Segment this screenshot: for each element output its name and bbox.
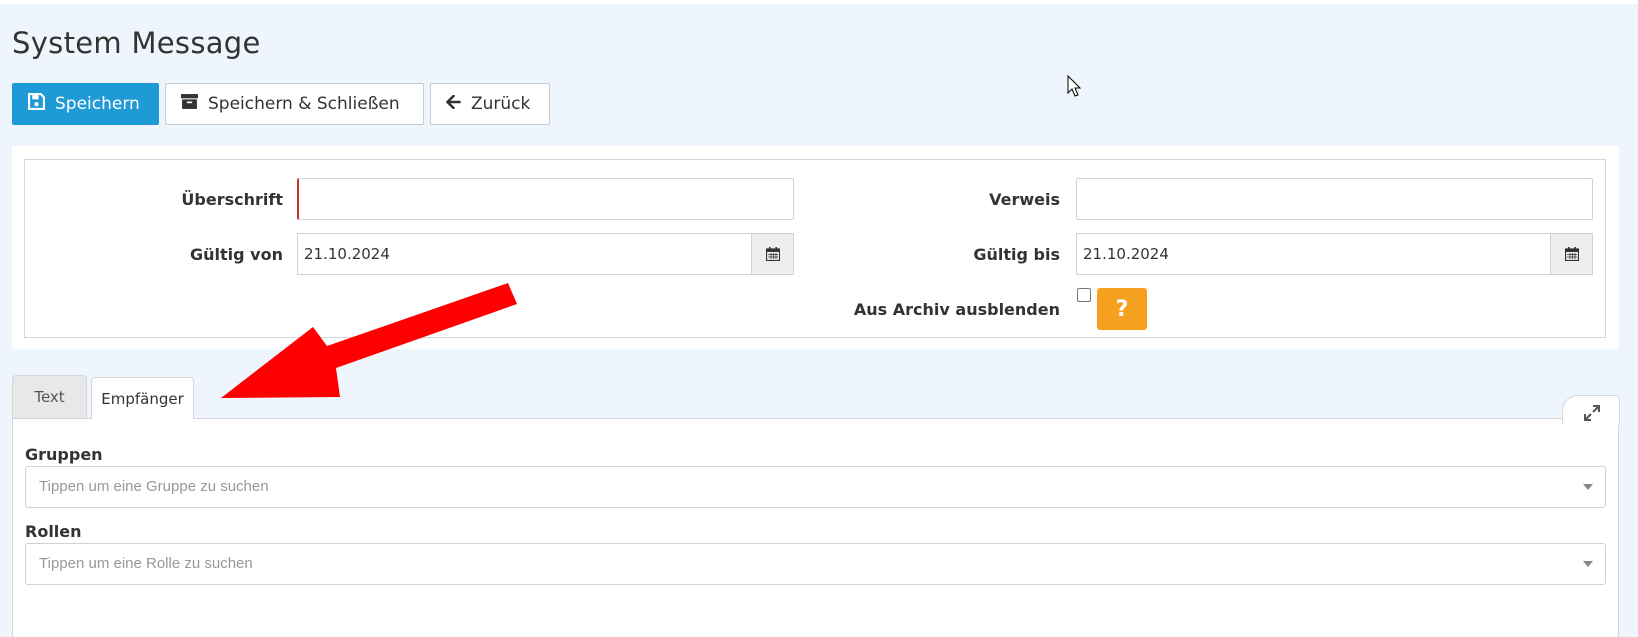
valid-to-label: Gültig bis (973, 245, 1060, 264)
help-button[interactable]: ? (1097, 288, 1147, 330)
valid-from-value[interactable]: 21.10.2024 (298, 234, 751, 274)
floppy-disk-icon (28, 93, 45, 115)
archive-box-icon (181, 94, 198, 114)
reference-label: Verweis (989, 190, 1060, 209)
back-button-label: Zurück (471, 94, 531, 114)
roles-label: Rollen (25, 522, 82, 541)
calendar-icon[interactable] (751, 234, 793, 274)
expand-button[interactable] (1562, 395, 1620, 425)
groups-select[interactable]: Tippen um eine Gruppe zu suchen (25, 466, 1606, 508)
save-button-label: Speichern (55, 94, 140, 114)
form-panel: Überschrift Verweis Gültig von 21.10.202… (12, 146, 1619, 349)
save-button[interactable]: Speichern (12, 83, 159, 125)
valid-to-datepicker[interactable]: 21.10.2024 (1076, 233, 1593, 275)
arrow-left-icon (446, 94, 461, 114)
recipients-tab-panel (12, 418, 1619, 637)
valid-from-label: Gültig von (190, 245, 283, 264)
form-fieldset: Überschrift Verweis Gültig von 21.10.202… (24, 159, 1606, 338)
roles-select[interactable]: Tippen um eine Rolle zu suchen (25, 543, 1606, 585)
reference-input[interactable] (1076, 178, 1593, 220)
groups-label: Gruppen (25, 445, 103, 464)
calendar-icon[interactable] (1550, 234, 1592, 274)
valid-to-value[interactable]: 21.10.2024 (1077, 234, 1550, 274)
valid-from-datepicker[interactable]: 21.10.2024 (297, 233, 794, 275)
roles-placeholder: Tippen um eine Rolle zu suchen (39, 555, 253, 572)
mouse-cursor-icon (1067, 75, 1081, 97)
page-title: System Message (12, 26, 261, 60)
heading-label: Überschrift (181, 190, 283, 209)
tab-recipients[interactable]: Empfänger (91, 377, 194, 419)
save-and-close-button[interactable]: Speichern & Schließen (165, 83, 424, 125)
hide-archive-label: Aus Archiv ausblenden (853, 300, 1060, 319)
save-and-close-button-label: Speichern & Schließen (208, 94, 400, 114)
tab-text[interactable]: Text (12, 375, 87, 418)
groups-placeholder: Tippen um eine Gruppe zu suchen (39, 478, 269, 495)
back-button[interactable]: Zurück (430, 83, 550, 125)
caret-down-icon[interactable] (1583, 484, 1593, 490)
caret-down-icon[interactable] (1583, 561, 1593, 567)
heading-input[interactable] (297, 178, 794, 220)
hide-archive-checkbox[interactable] (1077, 288, 1091, 302)
